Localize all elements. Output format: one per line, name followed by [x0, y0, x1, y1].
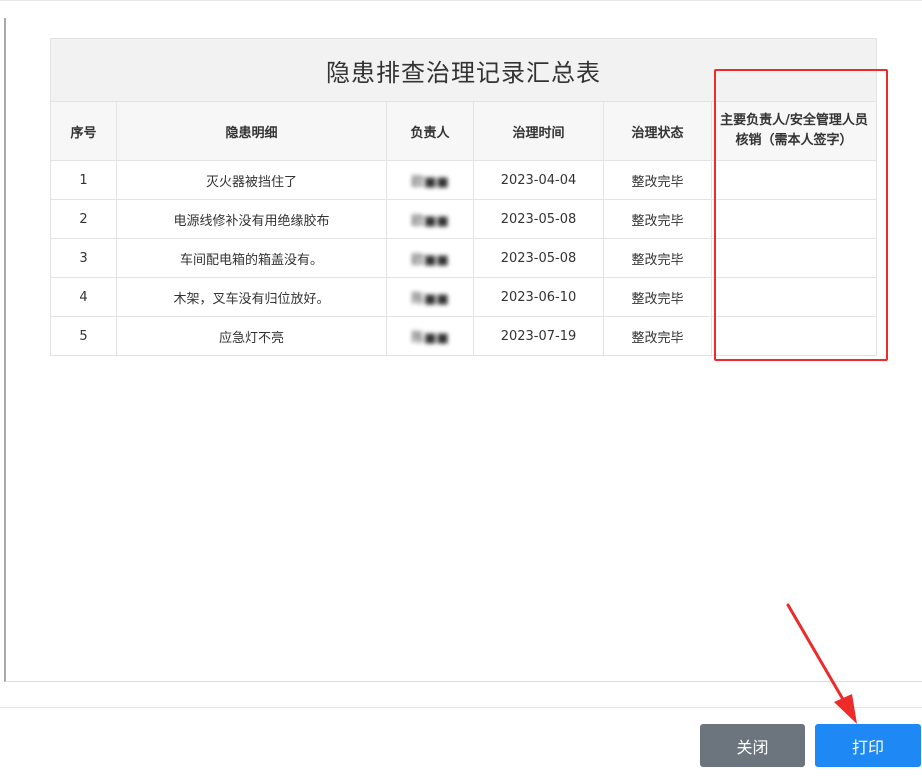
red-arrow-annotation [786, 603, 857, 724]
close-button[interactable]: 关闭 [700, 724, 805, 767]
print-button[interactable]: 打印 [815, 724, 921, 767]
